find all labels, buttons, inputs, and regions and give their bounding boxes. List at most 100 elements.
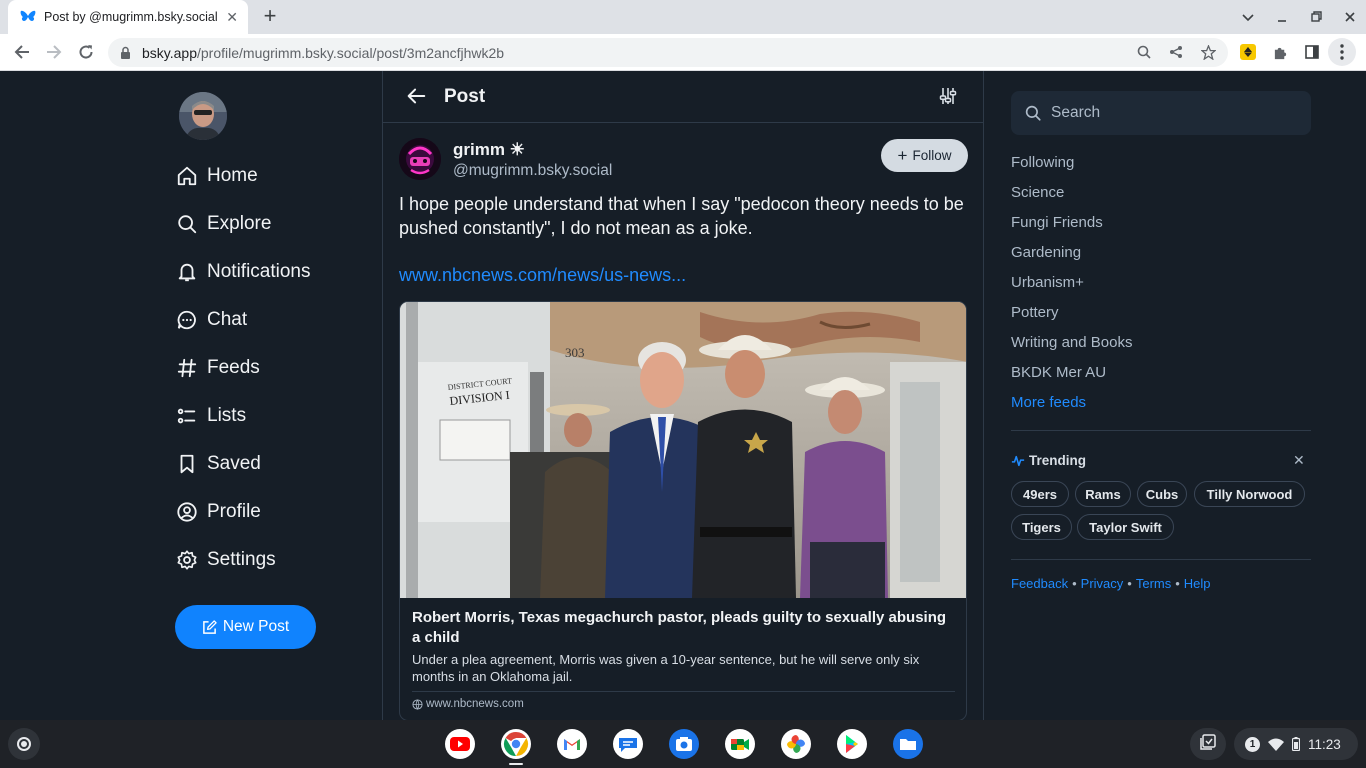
nav-home-label: Home	[207, 165, 258, 186]
search-input[interactable]: Search	[1011, 91, 1311, 135]
camera-icon[interactable]	[668, 728, 700, 760]
footer-separator: •	[1175, 576, 1180, 591]
nav-profile[interactable]: Profile	[175, 494, 261, 530]
side-panel-icon[interactable]	[1296, 40, 1328, 64]
share-icon[interactable]	[1160, 40, 1192, 64]
tab-title: Post by @mugrimm.bsky.social	[44, 10, 218, 24]
follow-button[interactable]: + Follow	[881, 139, 968, 172]
list-icon	[175, 404, 199, 428]
battery-icon	[1292, 737, 1300, 751]
browser-tab[interactable]: Post by @mugrimm.bsky.social ✕	[8, 0, 248, 34]
trending-pill[interactable]: Rams	[1075, 481, 1131, 507]
feed-link-urbanism[interactable]: Urbanism+	[1011, 274, 1084, 291]
browser-menu-icon[interactable]	[1328, 38, 1356, 66]
play-store-icon[interactable]	[836, 728, 868, 760]
card-description: Under a plea agreement, Morris was given…	[412, 652, 920, 684]
hash-icon	[175, 356, 199, 380]
feed-link-science[interactable]: Science	[1011, 184, 1064, 201]
trending-pill[interactable]: Taylor Swift	[1077, 514, 1174, 540]
omnibox-actions	[1128, 40, 1224, 64]
nav-saved[interactable]: Saved	[175, 446, 261, 482]
youtube-icon[interactable]	[444, 728, 476, 760]
nav-explore[interactable]: Explore	[175, 206, 271, 242]
feed-link-pottery[interactable]: Pottery	[1011, 304, 1059, 321]
trending-pill[interactable]: Tilly Norwood	[1194, 481, 1305, 507]
nav-profile-label: Profile	[207, 501, 261, 522]
close-icon[interactable]: ✕	[1293, 452, 1305, 469]
launcher-button[interactable]	[8, 728, 40, 760]
nav-chat[interactable]: Chat	[175, 302, 247, 338]
terms-link[interactable]: Terms	[1136, 576, 1171, 591]
nav-chat-label: Chat	[207, 309, 248, 330]
bluesky-app: Home Explore Notifications Chat Feeds Li…	[0, 71, 1366, 720]
privacy-link[interactable]: Privacy	[1081, 576, 1124, 591]
chrome-icon[interactable]	[500, 728, 532, 760]
trending-pill[interactable]: Cubs	[1137, 481, 1187, 507]
feed-link-gardening[interactable]: Gardening	[1011, 244, 1081, 261]
card-divider	[412, 691, 955, 692]
nav-settings[interactable]: Settings	[175, 542, 276, 578]
help-link[interactable]: Help	[1184, 576, 1211, 591]
extension-badge-icon[interactable]	[1232, 40, 1264, 64]
author-handle[interactable]: @mugrimm.bsky.social	[453, 162, 612, 180]
address-bar[interactable]: bsky.app/profile/mugrimm.bsky.social/pos…	[108, 38, 1228, 67]
home-icon	[175, 164, 199, 188]
feed-link-writing-and-books[interactable]: Writing and Books	[1011, 334, 1132, 351]
feed-link-fungi-friends[interactable]: Fungi Friends	[1011, 214, 1103, 231]
window-controls	[1231, 0, 1366, 34]
follow-label: Follow	[912, 148, 952, 163]
messages-icon[interactable]	[612, 728, 644, 760]
back-arrow-icon[interactable]	[405, 85, 427, 112]
bookmark-star-icon[interactable]	[1192, 40, 1224, 64]
minimize-icon[interactable]	[1265, 10, 1299, 25]
author-avatar[interactable]	[399, 138, 441, 180]
notification-count-badge: 1	[1245, 736, 1260, 752]
files-icon[interactable]	[892, 728, 924, 760]
forward-arrow-icon[interactable]	[42, 40, 66, 64]
close-window-icon[interactable]	[1333, 10, 1366, 25]
extension-area	[1232, 38, 1356, 66]
active-app-indicator	[509, 763, 523, 765]
meet-icon[interactable]	[724, 728, 756, 760]
nav-home[interactable]: Home	[175, 158, 258, 194]
nav-lists[interactable]: Lists	[175, 398, 246, 434]
search-placeholder: Search	[1051, 104, 1101, 121]
back-arrow-icon[interactable]	[10, 40, 34, 64]
clock-time: 11:23	[1308, 736, 1341, 752]
thread-options-sliders-icon[interactable]	[939, 87, 957, 110]
new-tab-icon[interactable]: +	[258, 5, 282, 29]
url-text: bsky.app/profile/mugrimm.bsky.social/pos…	[142, 45, 504, 61]
feedback-link[interactable]: Feedback	[1011, 576, 1068, 591]
card-domain: www.nbcnews.com	[412, 698, 524, 710]
lock-icon[interactable]	[120, 46, 134, 60]
url-path: /profile/mugrimm.bsky.social/post/3m2anc…	[197, 44, 505, 61]
more-feeds-link[interactable]: More feeds	[1011, 394, 1086, 411]
photos-icon[interactable]	[780, 728, 812, 760]
bell-icon	[175, 260, 199, 284]
edit-icon	[202, 619, 217, 635]
puzzle-extensions-icon[interactable]	[1264, 40, 1296, 64]
reload-icon[interactable]	[74, 40, 98, 64]
feed-link-bkdk-mer-au[interactable]: BKDK Mer AU	[1011, 364, 1106, 381]
zoom-search-icon[interactable]	[1128, 40, 1160, 64]
nav-feeds[interactable]: Feeds	[175, 350, 260, 386]
user-avatar[interactable]	[179, 92, 227, 140]
new-post-button[interactable]: New Post	[175, 605, 316, 649]
tab-search-chevron-icon[interactable]	[1231, 10, 1265, 25]
nav-saved-label: Saved	[207, 453, 261, 474]
link-preview-card[interactable]: 303 DISTRICT COURT DIVISION I Robert Mor…	[399, 301, 967, 720]
trending-pill[interactable]: Tigers	[1011, 514, 1072, 540]
post-link[interactable]: www.nbcnews.com/news/us-news...	[399, 265, 686, 286]
holding-space-button[interactable]	[1190, 728, 1226, 760]
trending-pill[interactable]: 49ers	[1011, 481, 1069, 507]
card-title: Robert Morris, Texas megachurch pastor, …	[412, 609, 947, 646]
tab-close-icon[interactable]: ✕	[226, 9, 238, 26]
status-tray[interactable]: 1 11:23	[1234, 728, 1358, 760]
feed-link-following[interactable]: Following	[1011, 154, 1074, 171]
trending-pulse-icon	[1011, 454, 1025, 468]
restore-icon[interactable]	[1299, 10, 1333, 25]
nav-notifications[interactable]: Notifications	[175, 254, 311, 290]
trending-header: Trending	[1011, 453, 1086, 468]
author-name[interactable]: grimm ☀	[453, 140, 525, 160]
gmail-icon[interactable]	[556, 728, 588, 760]
